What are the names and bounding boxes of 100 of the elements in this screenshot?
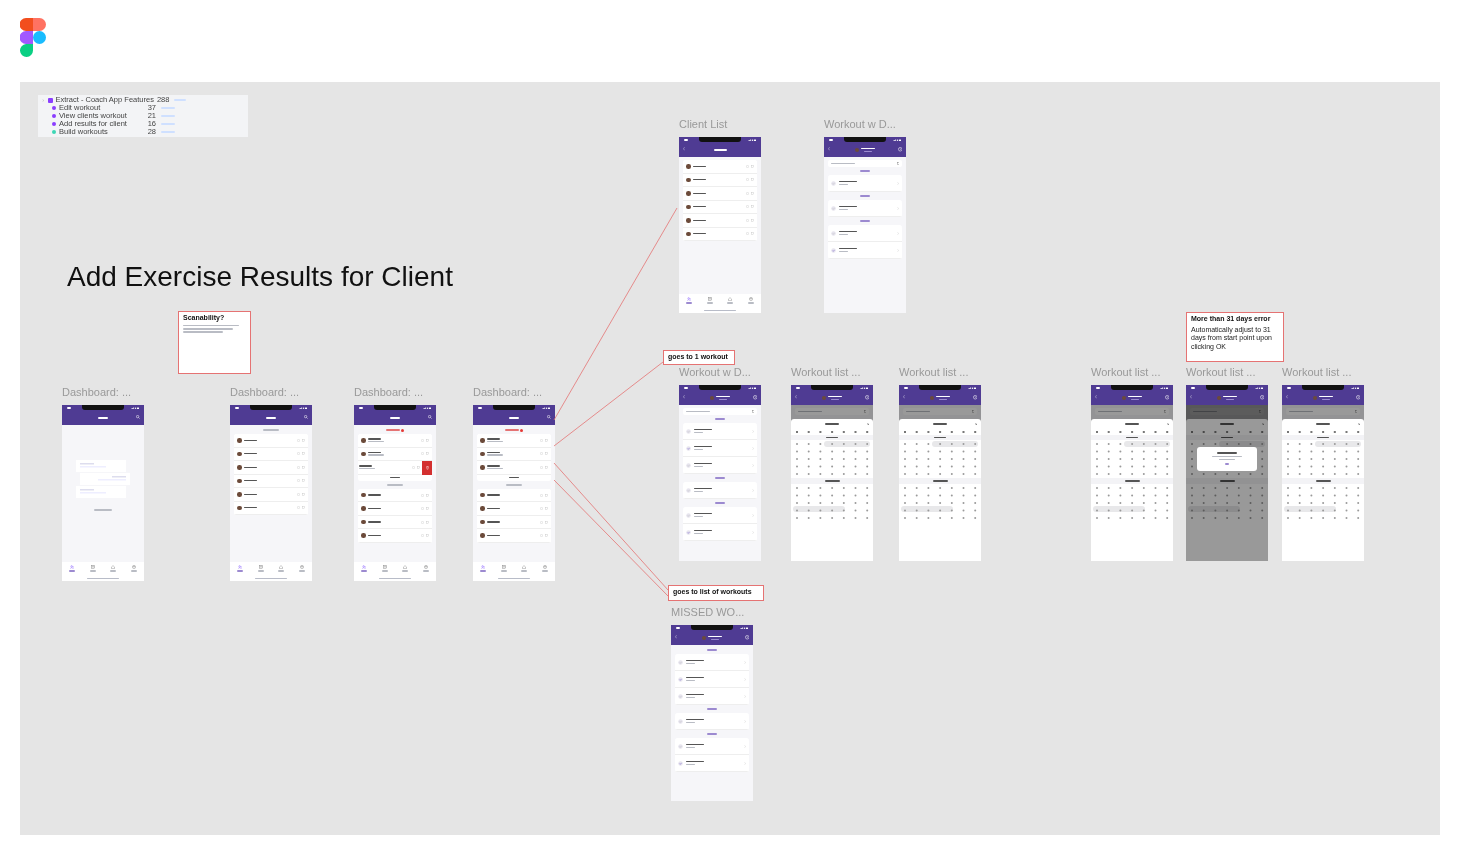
text-line xyxy=(1316,423,1330,425)
tab[interactable] xyxy=(89,565,96,572)
date-range-field[interactable] xyxy=(903,408,977,415)
app-logo[interactable] xyxy=(20,18,46,58)
tab[interactable] xyxy=(521,565,528,572)
notch xyxy=(493,405,535,410)
signal-icon xyxy=(860,386,868,390)
history-icon[interactable] xyxy=(1259,395,1264,400)
close-icon[interactable] xyxy=(1261,422,1264,426)
history-icon[interactable] xyxy=(752,395,757,400)
search-icon[interactable] xyxy=(547,415,551,419)
text-line xyxy=(94,509,112,511)
text-line xyxy=(480,570,487,572)
avatar-icon xyxy=(237,505,242,510)
date-range-field[interactable] xyxy=(1095,408,1169,415)
text-line xyxy=(831,162,855,165)
text-line xyxy=(932,480,948,482)
search-icon[interactable] xyxy=(428,415,432,419)
check-icon[interactable] xyxy=(686,512,691,518)
calendar-icon xyxy=(501,565,506,569)
text-line xyxy=(707,708,717,710)
tab[interactable] xyxy=(257,565,264,572)
tab[interactable] xyxy=(278,565,285,572)
text-line xyxy=(237,570,244,572)
check-icon[interactable] xyxy=(831,205,836,211)
close-icon[interactable] xyxy=(866,422,869,426)
tab[interactable] xyxy=(706,297,713,304)
tab[interactable] xyxy=(500,565,507,572)
check-icon[interactable] xyxy=(831,230,836,236)
history-icon[interactable] xyxy=(972,395,977,400)
text-line xyxy=(521,570,528,572)
signal-icon xyxy=(542,406,550,410)
close-icon[interactable] xyxy=(974,422,977,426)
check-icon[interactable] xyxy=(686,529,691,535)
date-range-field[interactable] xyxy=(1286,408,1360,415)
tab[interactable] xyxy=(541,565,548,572)
check-icon[interactable] xyxy=(686,487,691,493)
tab[interactable] xyxy=(422,565,429,572)
check-icon[interactable] xyxy=(686,445,691,451)
tab[interactable] xyxy=(727,297,734,304)
check-icon[interactable] xyxy=(678,659,683,665)
text-line xyxy=(715,502,725,504)
tab[interactable] xyxy=(402,565,409,572)
text-line xyxy=(707,649,717,651)
text-line xyxy=(1289,410,1313,413)
check-icon[interactable] xyxy=(686,462,691,468)
tab[interactable] xyxy=(747,297,754,304)
history-icon[interactable] xyxy=(744,635,749,640)
trash-icon xyxy=(425,466,429,470)
check-icon[interactable] xyxy=(831,247,836,253)
people-icon xyxy=(481,565,486,569)
text-line xyxy=(367,494,381,496)
avatar-icon xyxy=(1312,395,1318,401)
tab[interactable] xyxy=(130,565,137,572)
check-icon[interactable] xyxy=(678,718,683,724)
tab[interactable] xyxy=(298,565,305,572)
tab[interactable] xyxy=(237,565,244,572)
delete-button[interactable] xyxy=(422,461,432,475)
avatar-icon xyxy=(361,533,366,538)
tab[interactable] xyxy=(69,565,76,572)
notch xyxy=(82,405,124,410)
signal-icon xyxy=(1160,386,1168,390)
search-icon[interactable] xyxy=(136,415,140,419)
date-range-field[interactable] xyxy=(683,408,757,415)
frame-title: Dashboard: ... xyxy=(473,386,543,398)
date-range-field[interactable] xyxy=(1190,408,1264,415)
tab[interactable] xyxy=(686,297,693,304)
check-icon[interactable] xyxy=(678,676,683,682)
home-icon xyxy=(522,565,527,569)
text-line xyxy=(243,507,257,509)
text-line xyxy=(1219,459,1235,461)
close-icon[interactable] xyxy=(1166,422,1169,426)
text-line xyxy=(509,417,519,419)
empty-state-drawing xyxy=(74,458,132,500)
home-indicator xyxy=(498,578,530,579)
search-icon[interactable] xyxy=(304,415,308,419)
check-icon[interactable] xyxy=(831,180,836,186)
text-line xyxy=(824,480,840,482)
tab[interactable] xyxy=(480,565,487,572)
date-range-field[interactable] xyxy=(795,408,869,415)
history-icon[interactable] xyxy=(1355,395,1360,400)
text-line xyxy=(500,570,507,572)
text-line xyxy=(1225,463,1229,465)
history-icon[interactable] xyxy=(1164,395,1169,400)
history-icon[interactable] xyxy=(897,147,902,152)
avatar-icon xyxy=(821,395,827,401)
people-icon xyxy=(362,565,367,569)
close-icon[interactable] xyxy=(1357,422,1360,426)
check-icon[interactable] xyxy=(686,428,691,434)
date-range-field[interactable] xyxy=(828,160,902,167)
check-icon[interactable] xyxy=(678,760,683,766)
history-icon[interactable] xyxy=(864,395,869,400)
tab[interactable] xyxy=(381,565,388,572)
signal-icon xyxy=(423,406,431,410)
check-icon[interactable] xyxy=(678,693,683,699)
text-line xyxy=(359,407,363,409)
tab[interactable] xyxy=(110,565,117,572)
text-line xyxy=(692,179,706,181)
check-icon[interactable] xyxy=(678,743,683,749)
tab[interactable] xyxy=(361,565,368,572)
